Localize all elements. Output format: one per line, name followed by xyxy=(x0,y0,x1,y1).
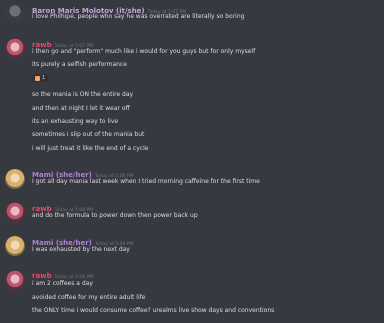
message-text: so the mania is ON the entire day xyxy=(32,91,134,98)
message-text: the ONLY time i would consume coffee? ur… xyxy=(32,307,275,314)
message-text: i love Philhipé, people who say he was o… xyxy=(32,13,245,20)
message-text: its purely a selfish performance xyxy=(32,61,127,68)
rawb-avatar[interactable] xyxy=(5,270,25,290)
baron-avatar[interactable] xyxy=(5,3,25,23)
message-text: I got all day mania last week when I tri… xyxy=(32,178,260,185)
reaction[interactable]: 1 xyxy=(32,74,49,82)
mami-avatar[interactable] xyxy=(5,169,25,189)
message-text: its an exhausting way to live xyxy=(32,118,119,125)
message-text: i am 2 coffees a day xyxy=(32,280,93,287)
message-text: and do the formula to power down then po… xyxy=(32,212,198,219)
mami-avatar[interactable] xyxy=(5,236,25,256)
message-text: i will just treat it like the end of a c… xyxy=(32,145,149,152)
message-text: avoided coffee for my entire adult life xyxy=(32,294,146,301)
message-text: and then at night I let it wear off xyxy=(32,105,130,112)
rawb-avatar[interactable] xyxy=(5,38,25,58)
emoji-icon xyxy=(35,75,40,81)
message-text: I was exhausted by the next day xyxy=(32,246,130,253)
message-text: sometimes i slip out of the mania but xyxy=(32,131,145,138)
message-text: i then go and "perform" much like i woul… xyxy=(32,48,256,55)
reaction-count: 1 xyxy=(42,75,46,81)
author-name[interactable]: rawb xyxy=(32,272,52,280)
rawb-avatar[interactable] xyxy=(5,202,25,222)
